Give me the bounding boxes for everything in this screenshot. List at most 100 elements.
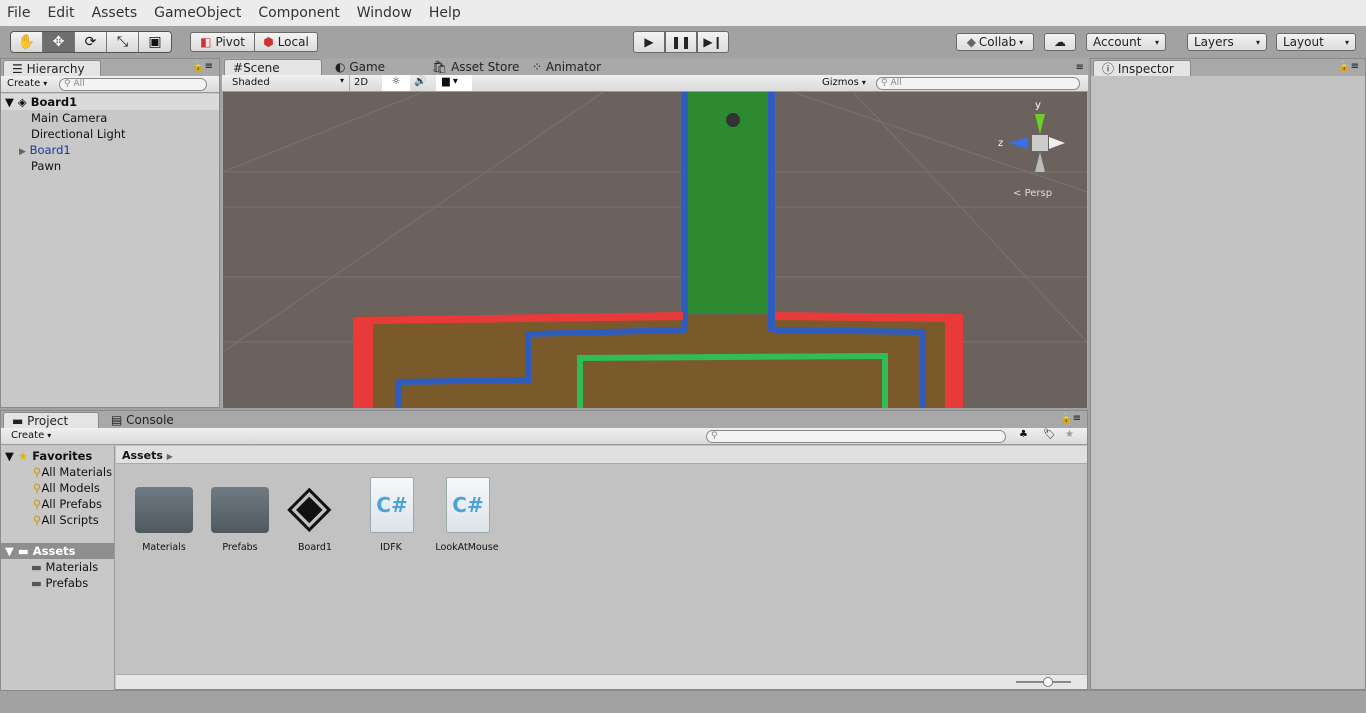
menu-file[interactable]: File [7,5,30,21]
gizmos-dropdown[interactable]: Gizmos [822,77,866,88]
pivot-button[interactable]: ◧ Pivot [190,32,255,52]
toolbar: ✋ ✥ ⟳ ⤡ ▣ ◧ Pivot ⬢ Local ▶ ❚❚ ▶❙ ◆ Collab … [0,26,1366,58]
persp-label[interactable]: < Persp [1013,188,1052,199]
scene-root[interactable]: ▼ ◈ Board1 [1,94,219,110]
favorite-item[interactable]: ⚲All Prefabs [1,496,114,512]
search-placeholder: All [73,79,85,89]
scene-viewport[interactable]: y z < Persp [223,92,1087,408]
filter-label-icon[interactable]: 🏷 [1043,429,1056,440]
expand-arrow-icon[interactable]: ▼ [5,95,14,109]
hierarchy-item[interactable]: Main Camera [1,110,219,126]
favorite-item[interactable]: ⚲All Models [1,480,114,496]
folder-icon: ▬ [31,560,42,574]
rotate-tool-icon[interactable]: ⟳ [75,32,107,52]
filter-type-icon[interactable]: ♣ [1019,429,1028,440]
favorites-header[interactable]: ▼ ★ Favorites [1,448,114,464]
tab-console[interactable]: ▤ Console [103,412,182,428]
board-green-track [681,92,771,314]
item-label: Materials [45,560,99,574]
tab-animator[interactable]: ⁘ Animator [524,59,609,75]
chevron-right-icon: ▶ [166,452,173,461]
asset-grid: Materials Prefabs ◈ Board1 C# IDFK C# Lo… [116,465,1087,675]
local-button[interactable]: ⬢ Local [254,32,318,52]
asset-item[interactable]: ◈ Board1 [275,475,355,555]
asset-item[interactable]: Prefabs [200,475,280,555]
tab-inspector[interactable]: ⓘ Inspector [1093,60,1191,76]
layout-dropdown[interactable]: Layout [1276,33,1356,51]
hierarchy-item[interactable]: Directional Light [1,126,219,142]
menu-window[interactable]: Window [357,5,412,21]
breadcrumb-assets[interactable]: Assets [122,449,163,462]
axis-y-label: y [1035,100,1041,111]
effects-toggle-icon[interactable]: ▆ ▾ [436,75,472,91]
transform-tools: ✋ ✥ ⟳ ⤡ ▣ [10,31,172,53]
layers-label: Layers [1194,35,1234,49]
breadcrumb: Assets ▶ [116,446,1087,464]
slider-handle[interactable] [1043,677,1053,687]
audio-toggle-icon[interactable]: 🔊 [414,76,426,87]
rect-tool-icon[interactable]: ▣ [139,32,171,52]
menu-component[interactable]: Component [258,5,339,21]
layers-dropdown[interactable]: Layers [1187,33,1267,51]
asset-folder-item[interactable]: ▬ Materials [1,559,114,575]
move-tool-icon[interactable]: ✥ [43,32,75,52]
favorite-item[interactable]: ⚲All Materials [1,464,114,480]
tab-project[interactable]: ▬ Project [3,412,99,428]
hand-tool-icon[interactable]: ✋ [11,32,43,52]
expand-arrow-icon[interactable]: ▶ [19,147,26,157]
tab-label: Inspector [1117,61,1174,76]
tab-asset-store[interactable]: 🛍 Asset Store [424,59,527,75]
shading-dropdown[interactable]: Shaded ▾ [222,75,350,91]
gizmo-center [1032,135,1048,151]
create-button[interactable]: Create [7,78,47,89]
lighting-toggle-icon[interactable]: ☼ [382,75,410,91]
collab-button[interactable]: ◆ Collab [956,33,1034,51]
hierarchy-item-prefab[interactable]: ▶ Board1 [1,142,219,158]
pause-button[interactable]: ❚❚ [665,31,697,53]
2d-toggle[interactable]: 2D [354,77,368,88]
menu-edit[interactable]: Edit [47,5,74,21]
scene-name: Board1 [30,95,78,109]
item-label: All Prefabs [41,497,103,511]
blue-wall [681,92,688,332]
tab-game[interactable]: ◐ Game [327,59,393,75]
inspector-panel: ⓘ Inspector 🔒≡ [1090,58,1366,690]
asset-item[interactable]: C# IDFK [351,475,431,555]
item-label: Board1 [29,143,71,157]
account-dropdown[interactable]: Account [1086,33,1166,51]
create-button[interactable]: Create [11,430,51,441]
tab-scene[interactable]: # Scene [224,59,322,75]
hierarchy-tabbar: ☰ Hierarchy 🔒≡ [1,59,219,76]
asset-item[interactable]: Materials [124,475,204,555]
menu-bar: File Edit Assets GameObject Component Wi… [0,0,1366,26]
hierarchy-item[interactable]: Pawn [1,158,219,174]
lock-menu-icon[interactable]: 🔒≡ [1338,61,1359,72]
hierarchy-search[interactable]: ⚲ All [59,78,207,91]
scale-tool-icon[interactable]: ⤡ [107,32,139,52]
blue-wall [768,92,775,332]
favorite-item[interactable]: ⚲All Scripts [1,512,114,528]
csharp-script-icon: C# [446,477,490,533]
unity-icon: ◈ [17,95,27,109]
lock-menu-icon[interactable]: 🔒≡ [1060,413,1081,424]
asset-label: Materials [142,542,186,553]
menu-gameobject[interactable]: GameObject [154,5,241,21]
panel-menu-icon[interactable]: ≡ [1076,62,1084,73]
assets-label: Assets [32,544,76,558]
play-button[interactable]: ▶ [633,31,665,53]
cloud-button[interactable]: ☁ [1044,33,1076,51]
menu-help[interactable]: Help [429,5,461,21]
step-button[interactable]: ▶❙ [697,31,729,53]
assets-root[interactable]: ▼ ▬ Assets [1,543,114,559]
cloud-icon: ☁ [1054,35,1066,49]
star-icon: ★ [17,449,29,463]
project-search[interactable]: ⚲ [706,430,1006,443]
lock-menu-icon[interactable]: 🔒≡ [192,61,213,72]
asset-folder-item[interactable]: ▬ Prefabs [1,575,114,591]
menu-assets[interactable]: Assets [92,5,138,21]
scene-search[interactable]: ⚲ All [876,77,1080,90]
tab-hierarchy[interactable]: ☰ Hierarchy [3,60,101,76]
favorite-star-icon[interactable]: ★ [1065,429,1074,440]
asset-item[interactable]: C# LookAtMouse [427,475,507,555]
item-label: All Scripts [41,513,99,527]
